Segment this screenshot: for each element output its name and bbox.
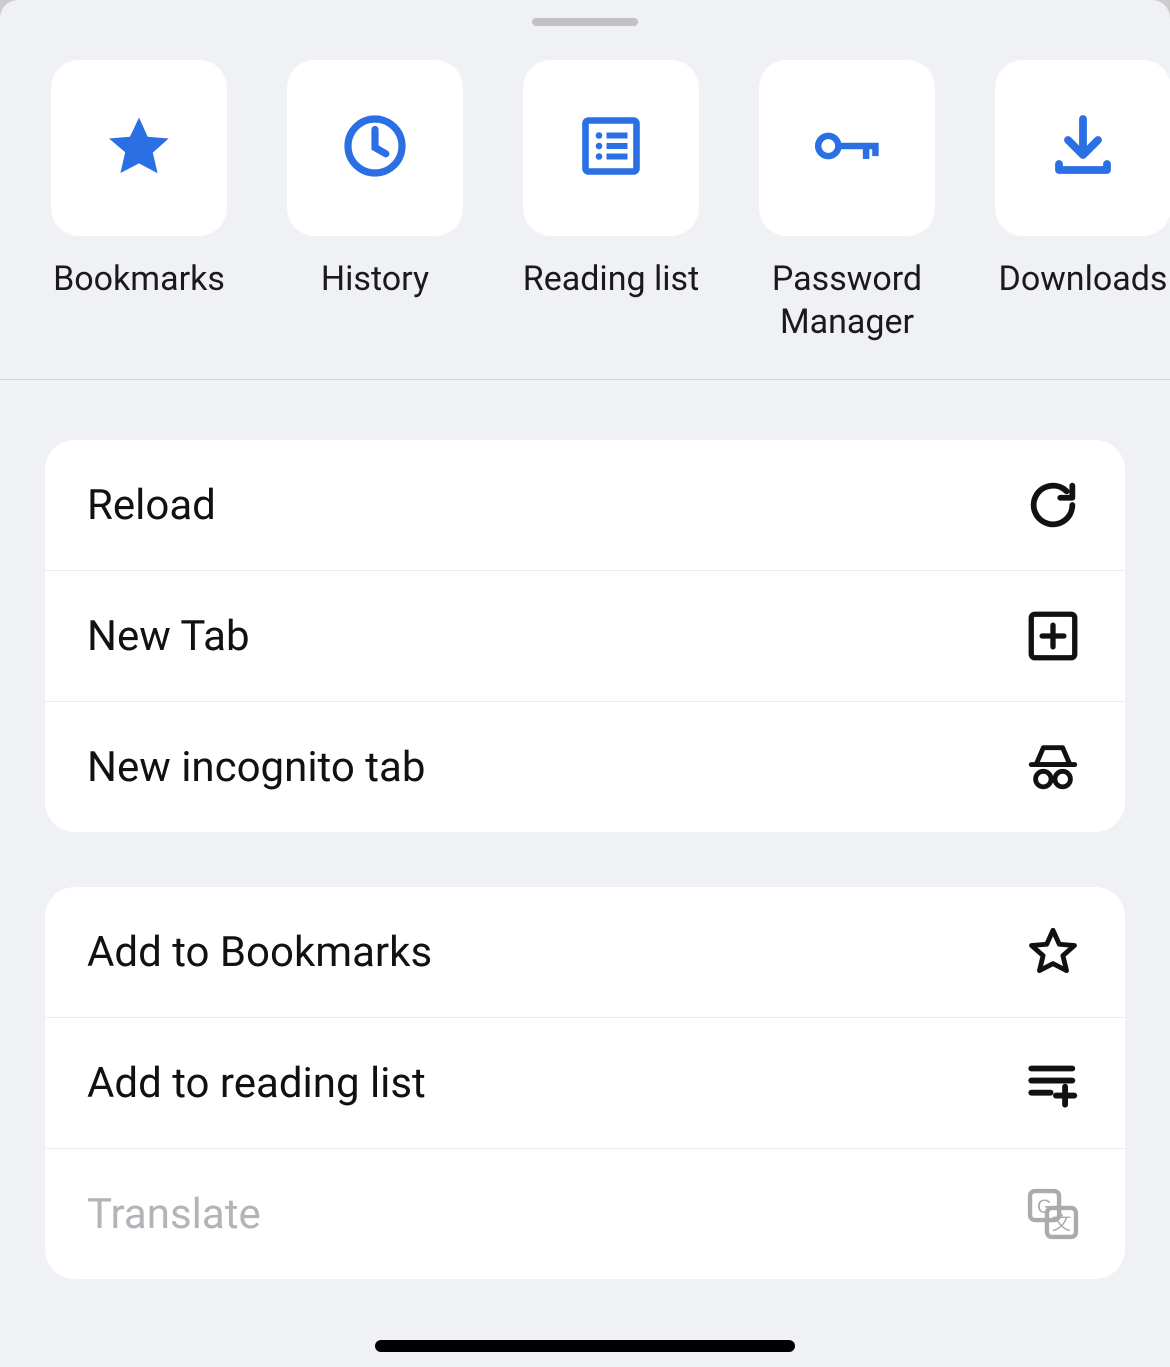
reload-icon [1023,475,1083,535]
menu-item-label: New incognito tab [87,743,425,792]
star-outline-icon [1023,922,1083,982]
shortcut-tile [287,60,463,236]
shortcut-tile [995,60,1170,236]
svg-text:文: 文 [1052,1213,1071,1235]
shortcut-label: Reading list [523,258,699,301]
shortcuts-row: Bookmarks History Reading list [0,48,1170,380]
menu-item-label: New Tab [87,612,250,661]
incognito-icon [1023,737,1083,797]
list-card-icon [575,110,647,186]
menu-item-label: Add to reading list [87,1059,426,1108]
shortcut-tile [759,60,935,236]
translate-icon: G文 [1023,1184,1083,1244]
shortcut-tile [51,60,227,236]
menu-item-add-to-bookmarks[interactable]: Add to Bookmarks [45,887,1125,1017]
list-add-icon [1023,1053,1083,1113]
menu-item-reload[interactable]: Reload [45,440,1125,570]
shortcut-label: History [321,258,429,301]
menu-item-add-to-reading-list[interactable]: Add to reading list [45,1017,1125,1148]
drag-handle[interactable] [532,18,638,26]
download-icon [1047,110,1119,186]
menu-item-label: Add to Bookmarks [87,928,432,977]
menu-item-label: Reload [87,481,216,530]
shortcut-password-manager[interactable]: Password Manager [754,60,940,343]
home-indicator[interactable] [375,1340,795,1352]
plus-square-icon [1023,606,1083,666]
clock-icon [339,110,411,186]
shortcut-label: Downloads [999,258,1168,301]
shortcut-label: Password Manager [754,258,940,343]
action-sheet: Bookmarks History Reading list [0,0,1170,1367]
shortcut-bookmarks[interactable]: Bookmarks [46,60,232,343]
menu-item-label: Translate [87,1190,261,1239]
menu-item-new-incognito-tab[interactable]: New incognito tab [45,701,1125,832]
menu-group: Reload New Tab New incognito tab [45,440,1125,832]
shortcut-label: Bookmarks [53,258,225,301]
shortcut-reading-list[interactable]: Reading list [518,60,704,343]
shortcut-tile [523,60,699,236]
menu-item-translate: Translate G文 [45,1148,1125,1279]
shortcut-downloads[interactable]: Downloads [990,60,1170,343]
shortcut-history[interactable]: History [282,60,468,343]
star-filled-icon [103,110,175,186]
menu-item-new-tab[interactable]: New Tab [45,570,1125,701]
key-icon [811,110,883,186]
menu-group: Add to Bookmarks Add to reading list Tra… [45,887,1125,1279]
